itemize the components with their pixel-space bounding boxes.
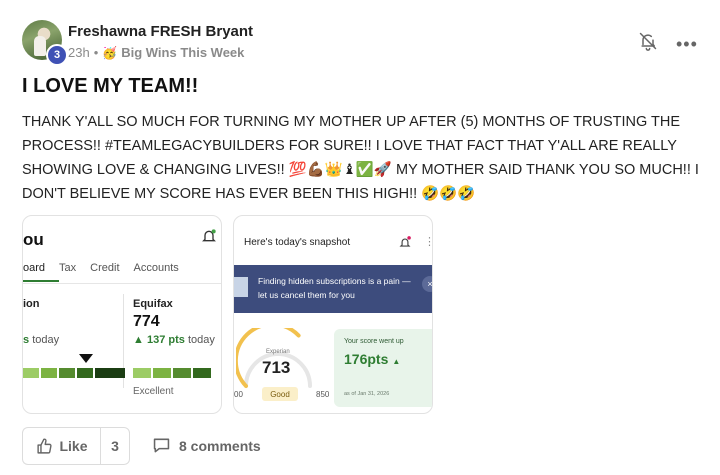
image2-gauge-bureau: Experian	[266, 349, 290, 355]
image2-title: Here's today's snapshot	[244, 237, 351, 248]
category-emoji: 🥳	[102, 45, 118, 60]
image1-change-value: 137 pts	[146, 334, 185, 346]
score-bar-segment	[173, 368, 191, 378]
score-bar-segment	[41, 368, 57, 378]
divider	[23, 283, 221, 284]
bell-icon	[399, 236, 411, 247]
image1-tabs: oard Tax Credit Accounts	[23, 262, 221, 274]
image1-left-bureau: ion	[23, 298, 40, 310]
image1-left-today-label: today	[32, 334, 60, 346]
image2-banner: Finding hidden subscriptions is a pain —…	[234, 265, 432, 313]
like-label: Like	[59, 438, 88, 454]
post-card: 3 Freshawna FRESH Bryant 23h • 🥳 Big Win…	[0, 0, 720, 475]
image1-change-today: today	[187, 334, 215, 346]
post-title: I LOVE MY TEAM!!	[22, 75, 199, 97]
image2-banner-text: Finding hidden subscriptions is a pain —…	[258, 276, 411, 300]
image2-gauge-score: 713	[262, 358, 291, 377]
image2-score-panel: Your score went up 176pts ▲ as of Jan 31,…	[334, 329, 432, 407]
attachment-image-1[interactable]: ou oard Tax Credit Accounts ion s today …	[22, 215, 222, 414]
meta-separator: •	[93, 45, 99, 60]
image1-tab: Accounts	[133, 262, 179, 274]
score-bar-right	[133, 368, 219, 378]
image1-tab: Tax	[59, 262, 77, 274]
image1-change: ▲ 137 pts today	[133, 334, 215, 346]
image1-tab-underline	[23, 280, 59, 282]
image2-panel-label: Your score went up	[344, 338, 404, 345]
up-arrow-icon: ▲	[392, 357, 401, 366]
banner-thumbnail	[234, 277, 248, 297]
level-badge: 3	[46, 44, 68, 66]
image2-panel-date: as of Jan 31, 2026	[344, 391, 390, 397]
category-link[interactable]: Big Wins This Week	[121, 45, 244, 60]
score-bar-segment	[133, 368, 151, 378]
score-bar-segment	[95, 368, 125, 378]
image1-score-bar	[23, 368, 211, 378]
post-time: 23h	[68, 45, 90, 60]
image2-gauge-rating: Good	[262, 387, 298, 401]
avatar[interactable]: 3	[22, 20, 68, 66]
score-bar-segment	[153, 368, 171, 378]
image1-score: 774	[133, 313, 160, 330]
image1-tab: Credit	[90, 262, 120, 274]
like-count[interactable]: 3	[100, 427, 130, 465]
image1-left-today-prefix: s	[23, 334, 30, 346]
attachment-image-2[interactable]: Here's today's snapshot ⋮ Finding hidden…	[233, 215, 433, 414]
post-body: THANK Y'ALL SO MUCH FOR TURNING MY MOTHE…	[22, 114, 699, 202]
image2-panel-points-value: 176pts	[344, 351, 389, 367]
comments-label: 8 comments	[179, 437, 261, 454]
thumbs-up-icon	[37, 438, 53, 454]
kebab-menu-icon: ⋮	[424, 235, 432, 248]
image2-panel-points: 176pts ▲	[344, 351, 400, 367]
up-arrow-icon: ▲	[133, 334, 144, 346]
bell-off-icon[interactable]	[638, 31, 658, 51]
image1-title: ou	[23, 230, 44, 249]
author-name[interactable]: Freshawna FRESH Bryant	[68, 23, 253, 40]
post-meta: 23h • 🥳 Big Wins This Week	[68, 45, 244, 60]
score-bar-segment	[59, 368, 75, 378]
image2-gauge-max: 850	[316, 390, 330, 399]
more-options-icon[interactable]: •••	[676, 34, 698, 55]
close-icon: ×	[422, 276, 432, 292]
comments-button[interactable]: 8 comments	[152, 437, 261, 454]
comment-icon	[153, 438, 170, 453]
image1-rating: Excellent	[133, 386, 174, 397]
image1-tab: oard	[23, 262, 46, 274]
image2-gauge-min: 00	[234, 390, 243, 399]
score-bar-segment	[77, 368, 93, 378]
bell-icon	[202, 229, 216, 242]
image1-bureau: Equifax	[133, 298, 173, 310]
score-marker-icon	[79, 354, 93, 363]
score-bar-segment	[23, 368, 39, 378]
image1-left-today: s today	[23, 334, 59, 346]
score-bar-segment	[193, 368, 211, 378]
like-button[interactable]: Like	[22, 427, 101, 465]
